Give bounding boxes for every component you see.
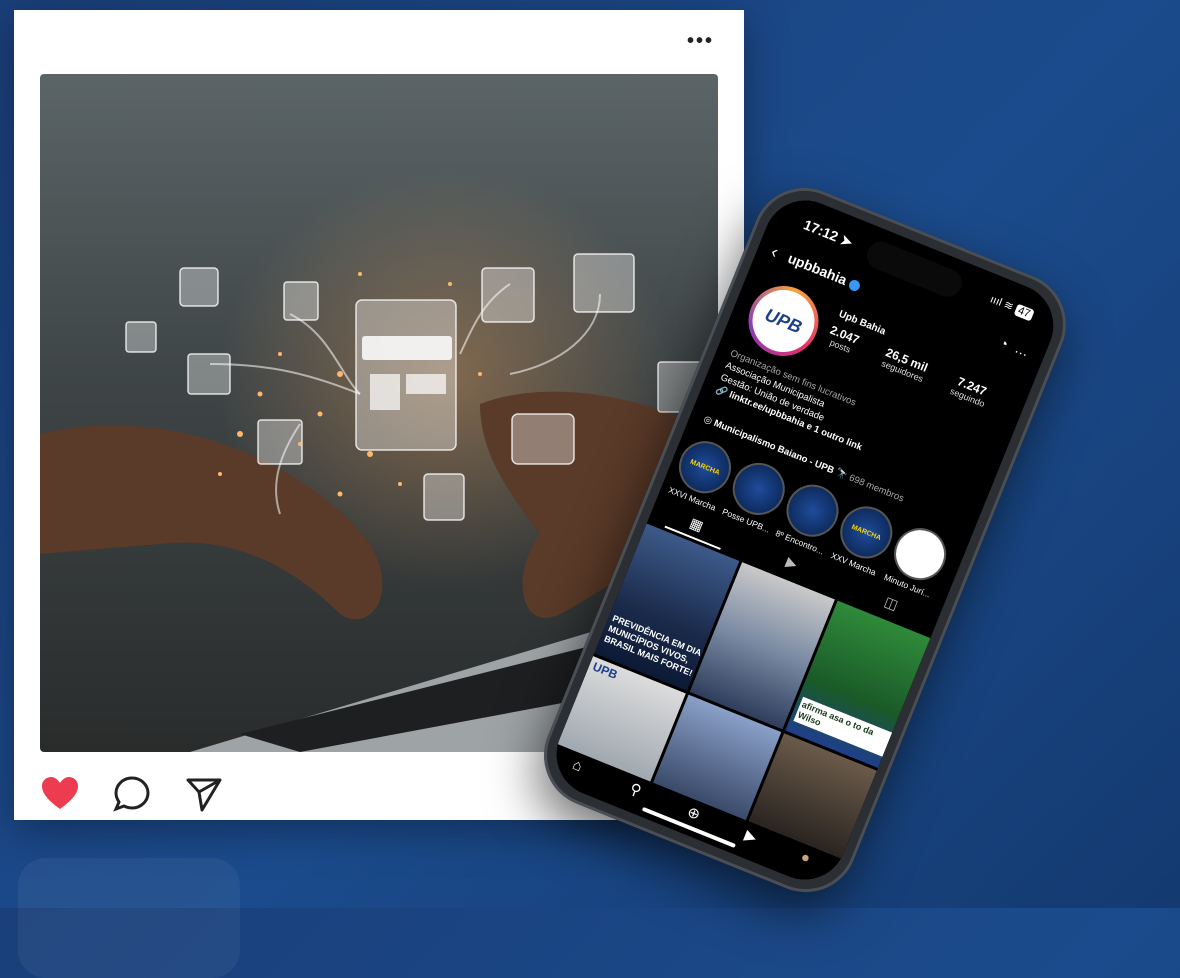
upb-logo: UPB [743, 280, 824, 362]
sparkle [237, 431, 243, 437]
left-hand [40, 425, 383, 620]
signal-icon: ıııl [988, 293, 1004, 309]
sparkle [448, 282, 452, 286]
post-caption-text: UPB [590, 659, 620, 682]
notification-bell-icon[interactable]: ◔ [997, 334, 1011, 352]
heart-icon[interactable] [40, 774, 80, 814]
profile-avatar[interactable]: UPB [737, 275, 830, 367]
grid-tab-icon[interactable]: ▦ [687, 514, 705, 535]
dollar-icon [179, 267, 219, 307]
chat-bubble-icon [511, 413, 575, 465]
stethoscope-icon [423, 473, 465, 521]
cart-small-icon [257, 419, 303, 465]
reels-tab-icon[interactable]: ▶ [784, 553, 800, 573]
posts-stat[interactable]: 2.047 posts [824, 323, 861, 357]
reels-icon[interactable]: ▶ [742, 826, 759, 847]
tagged-tab-icon[interactable]: ◫ [882, 593, 900, 614]
verified-badge-icon [847, 278, 862, 293]
wifi-icon: ≋ [1001, 298, 1015, 314]
status-icons: ıııl ≋ 47 [988, 292, 1035, 322]
username-text: upbbahia [785, 249, 850, 289]
more-options-button[interactable]: ••• [687, 30, 714, 53]
sparkle [337, 491, 343, 497]
back-icon[interactable]: ‹ [768, 241, 781, 263]
battery-icon: 47 [1013, 303, 1035, 322]
profile-username: upbbahia [786, 250, 864, 294]
search-icon[interactable]: ⚲ [627, 779, 644, 800]
more-icon[interactable]: … [1013, 339, 1032, 359]
sparkle [337, 371, 343, 377]
sparkle [398, 482, 402, 486]
followers-stat[interactable]: 26,5 mil seguidores [880, 345, 930, 384]
following-stat[interactable]: 7.247 seguindo [949, 373, 992, 409]
calendar-24-icon [125, 321, 157, 353]
home-icon[interactable]: ⌂ [570, 756, 585, 775]
status-time: 17:12 ➤ [801, 216, 856, 251]
profile-avatar-icon[interactable]: ● [798, 848, 813, 867]
sparkle [298, 442, 302, 446]
comment-icon[interactable] [112, 774, 152, 814]
create-icon[interactable]: ⊕ [685, 803, 703, 823]
user-icon [283, 281, 319, 321]
sparkle [317, 411, 323, 417]
connection-line [209, 363, 361, 395]
sparkle [218, 472, 222, 476]
mail-icon [187, 353, 231, 395]
sparkle [257, 391, 263, 397]
sparkle [367, 451, 373, 457]
sparkle [278, 352, 282, 356]
sparkle [358, 272, 362, 276]
sparkle [478, 372, 482, 376]
share-icon[interactable] [184, 774, 224, 814]
search-cart-icon [573, 253, 635, 313]
background-card [18, 858, 240, 978]
shopping-cart-icon [481, 267, 535, 323]
